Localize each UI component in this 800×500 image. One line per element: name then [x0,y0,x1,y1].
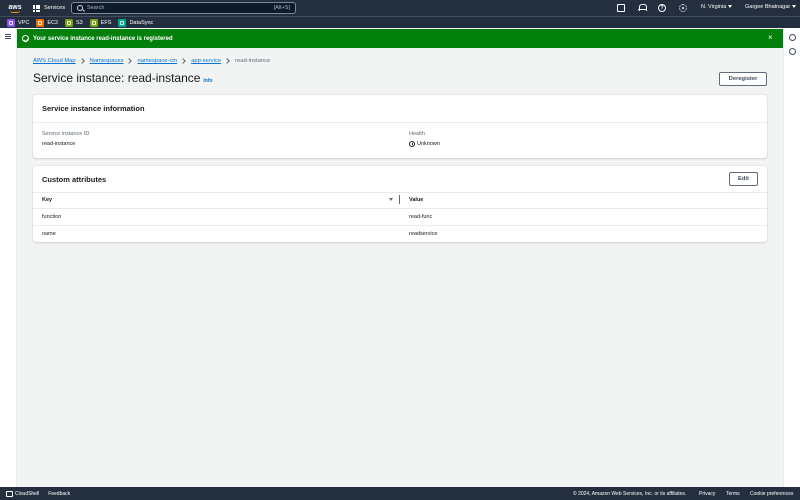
top-navigation: aws Services Search [Alt+S] ? N. Virgini… [0,0,800,16]
account-menu[interactable]: Gargee Bhatnagar [745,4,797,10]
page-title-row: Service instance: read-instance Info [33,71,213,85]
table-cell-key: function [42,214,62,220]
edit-button[interactable]: Edit [729,172,758,186]
cookie-preferences-link[interactable]: Cookie preferences [750,491,793,497]
caret-down-icon [792,5,797,9]
clock-icon[interactable] [789,48,796,55]
grid-icon [33,4,40,12]
info-icon[interactable] [789,34,796,41]
check-circle-icon [22,35,29,42]
instance-id-label: Service instance ID [42,131,90,137]
gear-icon[interactable] [679,4,687,12]
favorite-vpc[interactable]: VPC [7,18,29,27]
column-header-value[interactable]: Value [409,197,423,203]
instance-id-value: read-instance [42,141,76,147]
s3-icon [65,18,74,27]
cloudshell-link[interactable]: CloudShell [15,491,39,497]
breadcrumb: AWS Cloud Map Namespaces namespace-cm ap… [33,58,270,64]
tools-panel-collapsed [783,28,800,487]
search-placeholder: Search [87,5,105,11]
service-instance-info-panel: Service instance information Service ins… [33,95,767,158]
cloudshell-icon[interactable] [6,490,13,497]
chevron-right-icon [224,58,230,64]
privacy-link[interactable]: Privacy [699,491,715,497]
table-cell-value: readservice [409,231,438,237]
menu-icon[interactable] [5,34,11,39]
breadcrumb-namespace[interactable]: namespace-cm [137,58,177,64]
health-label: Health [409,131,425,137]
chevron-right-icon [126,58,133,64]
search-icon [77,5,83,11]
favorite-datasync[interactable]: DataSync [118,18,153,27]
favorites-bar: VPC EC2 S3 EFS DataSync [0,16,800,28]
breadcrumb-service[interactable]: app-service [191,58,221,64]
terms-link[interactable]: Terms [726,491,740,497]
chevron-right-icon [78,58,85,64]
region-selector[interactable]: N. Virginia [701,4,733,10]
feedback-link[interactable]: Feedback [48,491,70,497]
side-navigation-collapsed [0,28,17,487]
chevron-right-icon [180,58,186,64]
info-link[interactable]: Info [203,78,212,84]
footer: CloudShell Feedback © 2024, Amazon Web S… [0,487,800,500]
search-shortcut: [Alt+S] [273,5,290,11]
close-icon[interactable]: × [768,34,773,42]
unknown-status-icon [409,141,415,147]
deregister-button[interactable]: Deregister [719,72,767,86]
cloudshell-icon[interactable] [617,4,625,12]
caret-down-icon [728,5,733,9]
panel-heading: Custom attributes [42,175,107,184]
panel-heading: Service instance information [42,104,145,113]
favorite-ec2[interactable]: EC2 [36,18,58,27]
page-title: Service instance: read-instance [33,71,201,85]
search-input[interactable]: Search [Alt+S] [71,2,296,14]
efs-icon [89,18,98,27]
vpc-icon [7,18,15,27]
favorite-efs[interactable]: EFS [89,18,111,27]
custom-attributes-panel: Custom attributes Key Value function rea… [33,166,767,242]
table-cell-value: read-func [409,214,433,220]
breadcrumb-namespaces[interactable]: Namespaces [90,58,124,64]
health-status: Unknown [409,141,440,147]
column-header-key[interactable]: Key [42,197,52,203]
bell-icon[interactable] [638,4,647,12]
favorite-s3[interactable]: S3 [65,18,83,27]
sort-icon[interactable] [389,198,393,201]
ec2-icon [36,18,45,27]
aws-logo[interactable]: aws [7,1,23,15]
breadcrumb-cloud-map[interactable]: AWS Cloud Map [33,58,76,64]
datasync-icon [118,18,127,27]
services-menu-button[interactable]: Services [33,4,65,12]
column-resizer[interactable] [399,195,400,204]
breadcrumb-current: read-instance [235,58,271,64]
table-cell-key: name [42,231,56,237]
help-icon[interactable]: ? [658,4,666,12]
flash-message: Your service instance read-instance is r… [33,35,173,42]
success-flashbar: Your service instance read-instance is r… [17,29,783,48]
copyright: © 2024, Amazon Web Services, Inc. or its… [573,490,687,497]
